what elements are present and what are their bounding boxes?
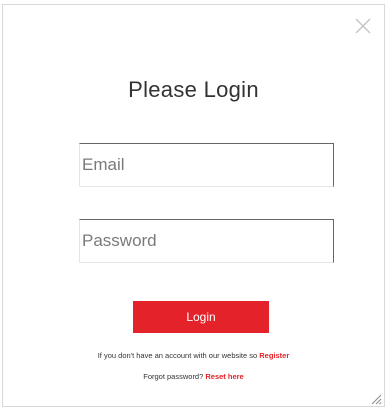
password-field-wrapper (79, 219, 334, 263)
forgot-password-note: Forgot password? Reset here (3, 372, 384, 381)
register-note-text: If you don't have an account with our we… (97, 351, 260, 360)
close-icon (355, 18, 371, 34)
email-field-wrapper (79, 143, 334, 187)
email-input[interactable] (80, 144, 333, 186)
reset-password-link[interactable]: Reset here (205, 372, 243, 381)
forgot-password-text: Forgot password? (143, 372, 206, 381)
register-link[interactable]: Register (259, 351, 289, 360)
close-button[interactable] (352, 15, 374, 37)
resize-handle[interactable] (370, 392, 382, 405)
login-button[interactable]: Login (133, 301, 269, 333)
password-input[interactable] (80, 220, 333, 262)
login-modal: Please Login Login If you don't have an … (2, 4, 385, 407)
modal-title: Please Login (128, 77, 259, 102)
register-note: If you don't have an account with our we… (3, 351, 384, 360)
resize-handle-icon (371, 394, 382, 405)
